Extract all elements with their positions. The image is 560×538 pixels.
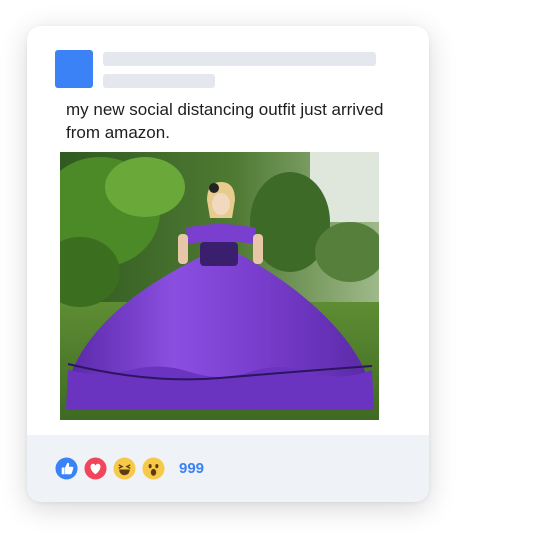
post-card: my new social distancing outfit just arr…	[27, 26, 429, 502]
love-icon	[84, 456, 107, 480]
timestamp-placeholder	[103, 74, 215, 88]
reaction-bar: 999	[27, 435, 429, 502]
wow-icon	[142, 456, 165, 480]
post-text: my new social distancing outfit just arr…	[66, 100, 384, 142]
author-name-placeholder	[103, 52, 376, 66]
post-image[interactable]	[60, 152, 379, 420]
like-icon	[55, 456, 78, 480]
haha-icon	[113, 456, 136, 480]
avatar[interactable]	[55, 50, 93, 88]
reaction-summary[interactable]: 999	[55, 456, 204, 480]
reaction-count[interactable]: 999	[179, 460, 204, 477]
